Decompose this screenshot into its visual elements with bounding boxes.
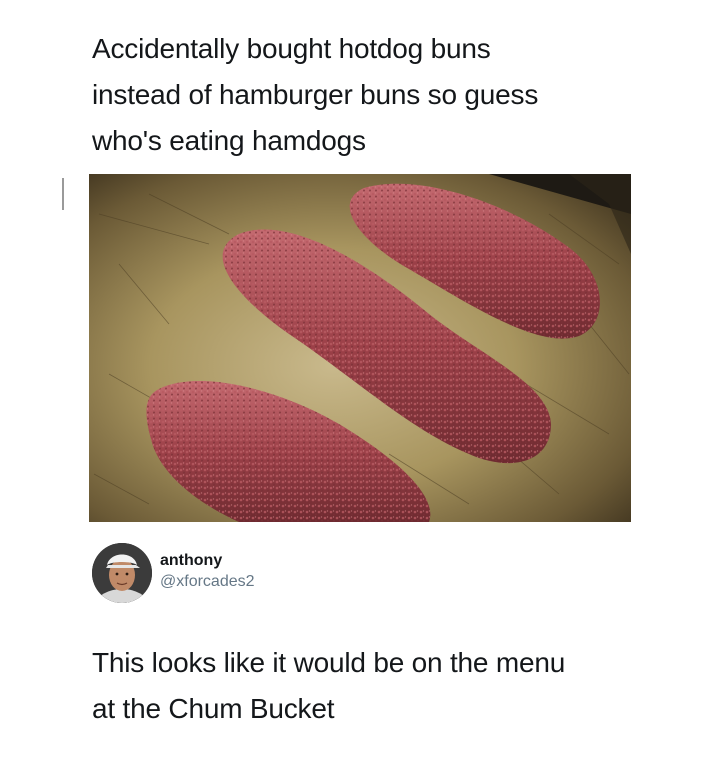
- author-handle[interactable]: @xforcades2: [160, 573, 255, 591]
- reply-text: This looks like it would be on the menu …: [92, 647, 566, 724]
- post-image[interactable]: [89, 174, 631, 522]
- post-text: Accidentally bought hotdog buns instead …: [92, 33, 539, 156]
- author-display-name[interactable]: anthony: [160, 552, 222, 570]
- text-cursor-mark: [62, 178, 64, 210]
- reply-author: anthony @xforcades2: [92, 543, 492, 603]
- avatar[interactable]: [92, 543, 152, 603]
